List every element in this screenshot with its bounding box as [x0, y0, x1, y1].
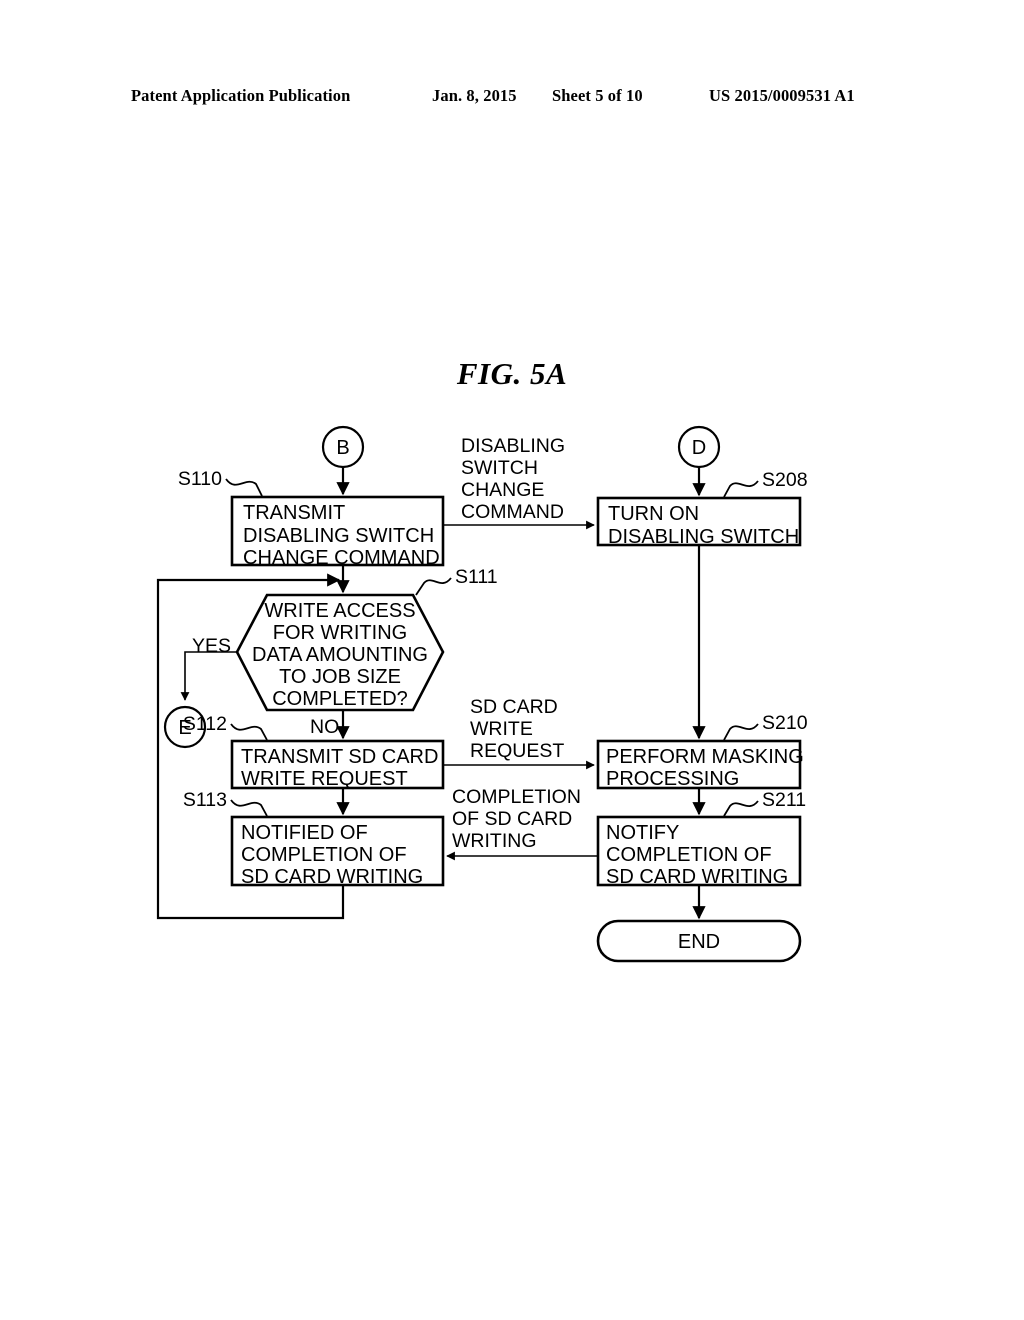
connector-circle-d: D [677, 425, 721, 469]
message-change-command: DISABLING SWITCH CHANGE COMMAND [443, 435, 595, 530]
message-completion-line3: WRITING [452, 830, 536, 852]
node-s113-line2: COMPLETION OF [241, 844, 407, 866]
leader-s208 [723, 480, 759, 498]
step-label-s113: S113 [183, 789, 227, 811]
leader-s211 [723, 800, 759, 817]
node-s111-line4: TO JOB SIZE [279, 666, 401, 688]
node-s112: TRANSMIT SD CARD WRITE REQUEST [230, 739, 445, 790]
node-s113: NOTIFIED OF COMPLETION OF SD CARD WRITIN… [230, 815, 445, 888]
node-s111-line5: COMPLETED? [272, 688, 408, 710]
node-end: END [596, 919, 802, 963]
message-write-request-line3: REQUEST [470, 740, 564, 762]
step-label-s110: S110 [178, 468, 222, 490]
leader-s112 [230, 723, 268, 741]
step-label-s210: S210 [762, 712, 808, 734]
leader-s210 [723, 723, 759, 741]
leader-s110 [225, 478, 263, 497]
message-change-command-line2: SWITCH [461, 457, 538, 479]
node-end-label: END [678, 931, 720, 953]
node-s211-line3: SD CARD WRITING [606, 866, 788, 888]
message-write-request: SD CARD WRITE REQUEST [443, 696, 595, 770]
node-s111-line3: DATA AMOUNTING [252, 644, 428, 666]
message-completion-line2: OF SD CARD [452, 808, 572, 830]
branch-label-yes: YES [192, 635, 231, 657]
step-label-s111: S111 [455, 566, 498, 588]
node-s110-line2: DISABLING SWITCH [243, 525, 434, 547]
node-s112-line2: WRITE REQUEST [241, 768, 408, 790]
step-label-s112: S112 [183, 713, 227, 735]
node-s113-line1: NOTIFIED OF [241, 822, 368, 844]
flowchart-figure: B D TRANSMIT DISABLING SWITCH CHANGE COM… [156, 425, 808, 963]
patent-page: Patent Application Publication Jan. 8, 2… [0, 0, 1024, 1320]
node-s211-line1: NOTIFY [606, 822, 679, 844]
node-s210-line1: PERFORM MASKING [606, 746, 804, 768]
node-s110: TRANSMIT DISABLING SWITCH CHANGE COMMAND [230, 495, 445, 569]
node-s113-line3: SD CARD WRITING [241, 866, 423, 888]
connector-circle-b: B [321, 425, 365, 469]
node-s208-line1: TURN ON [608, 503, 699, 525]
node-s211: NOTIFY COMPLETION OF SD CARD WRITING [596, 815, 802, 888]
message-completion-line1: COMPLETION [452, 786, 581, 808]
leader-s113 [230, 799, 268, 817]
message-write-request-line2: WRITE [470, 718, 533, 740]
node-s110-line1: TRANSMIT [243, 502, 345, 524]
connector-d-label: D [692, 437, 706, 459]
step-label-s211: S211 [762, 789, 806, 811]
message-change-command-line3: CHANGE [461, 479, 544, 501]
message-change-command-line1: DISABLING [461, 435, 565, 457]
node-s111-line1: WRITE ACCESS [264, 600, 415, 622]
node-s210: PERFORM MASKING PROCESSING [596, 739, 804, 790]
message-write-request-line1: SD CARD [470, 696, 558, 718]
connector-b-label: B [336, 437, 349, 459]
node-s208: TURN ON DISABLING SWITCH [596, 496, 802, 548]
message-change-command-line4: COMMAND [461, 501, 564, 523]
node-s111: WRITE ACCESS FOR WRITING DATA AMOUNTING … [235, 593, 445, 712]
branch-label-no: NO [310, 716, 339, 738]
node-s112-line1: TRANSMIT SD CARD [241, 746, 438, 768]
node-s211-line2: COMPLETION OF [606, 844, 772, 866]
step-label-s208: S208 [762, 469, 808, 491]
node-s210-line2: PROCESSING [606, 768, 739, 790]
node-s110-line3: CHANGE COMMAND [243, 547, 440, 569]
leader-s111 [415, 577, 452, 596]
message-completion: COMPLETION OF SD CARD WRITING [446, 786, 598, 861]
node-s111-line2: FOR WRITING [273, 622, 407, 644]
edge-yes-to-e [180, 651, 237, 701]
node-s208-line2: DISABLING SWITCH [608, 526, 799, 548]
